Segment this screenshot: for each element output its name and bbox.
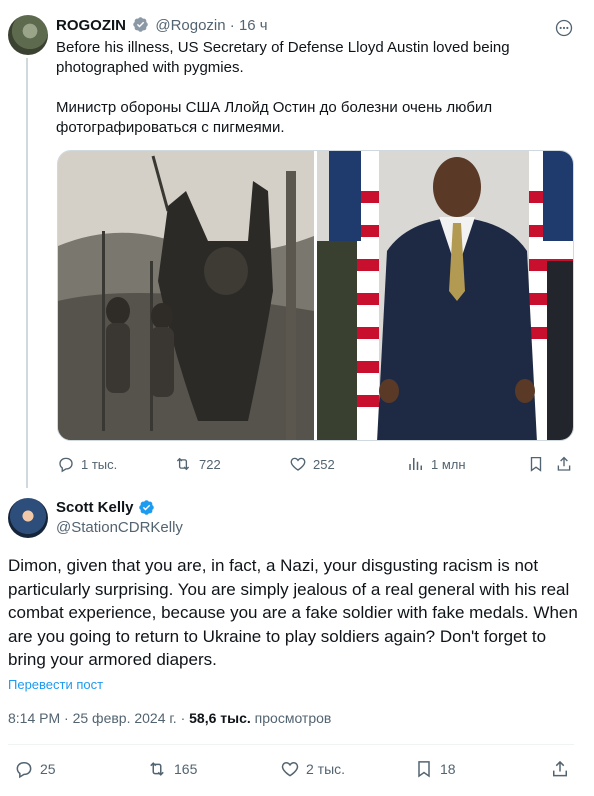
more-icon[interactable] xyxy=(554,18,574,38)
verified-badge-icon xyxy=(138,499,155,516)
thread-connector-line xyxy=(26,58,28,488)
bookmark-icon xyxy=(527,455,545,473)
reply-icon xyxy=(14,759,34,779)
avatar-rogozin[interactable] xyxy=(8,15,48,55)
parent-tweet-header: ROGOZIN @Rogozin · 16 ч xyxy=(56,16,268,34)
verified-badge-icon xyxy=(132,16,149,33)
share-button[interactable] xyxy=(550,759,570,779)
repost-icon xyxy=(173,455,193,473)
like-icon xyxy=(280,759,300,779)
share-icon xyxy=(550,759,570,779)
bookmark-button[interactable] xyxy=(527,455,545,473)
separator-dot: · xyxy=(180,710,186,726)
views-icon xyxy=(407,455,425,473)
views-button[interactable]: 1 млн xyxy=(407,455,466,473)
post-time[interactable]: 16 ч xyxy=(239,17,268,34)
like-button[interactable]: 252 xyxy=(289,455,335,473)
share-button[interactable] xyxy=(555,455,573,473)
photo-lloyd-austin[interactable] xyxy=(317,151,573,440)
reply-icon xyxy=(57,455,75,473)
like-count: 252 xyxy=(313,456,335,472)
post-date[interactable]: 25 февр. 2024 г. xyxy=(73,710,177,726)
views-count: 1 млн xyxy=(431,456,466,472)
separator-dot: · xyxy=(229,17,235,34)
reply-count: 1 тыс. xyxy=(81,456,118,472)
reply-button[interactable]: 25 xyxy=(14,759,56,779)
separator-dot: · xyxy=(64,710,69,726)
like-count: 2 тыс. xyxy=(306,761,346,777)
reply-action-bar: 25 165 2 тыс. 18 xyxy=(14,759,574,781)
repost-icon xyxy=(146,759,168,779)
parent-tweet-text: Before his illness, US Secretary of Defe… xyxy=(56,39,510,136)
bookmark-icon xyxy=(414,759,434,779)
bookmark-button[interactable]: 18 xyxy=(414,759,456,779)
avatar-scott-kelly[interactable] xyxy=(8,498,48,538)
author-name[interactable]: ROGOZIN xyxy=(56,17,126,34)
views-count[interactable]: 58,6 тыс. xyxy=(189,710,251,726)
bookmark-count: 18 xyxy=(440,761,456,777)
author-name[interactable]: Scott Kelly xyxy=(56,499,134,516)
post-metadata: 8:14 PM · 25 февр. 2024 г. · 58,6 тыс. п… xyxy=(8,710,331,726)
author-handle[interactable]: @Rogozin xyxy=(155,17,225,34)
like-icon xyxy=(289,455,307,473)
parent-action-bar: 1 тыс. 722 252 1 млн xyxy=(57,455,577,475)
divider xyxy=(8,744,574,745)
translate-post-link[interactable]: Перевести пост xyxy=(8,677,103,692)
author-handle[interactable]: @StationCDRKelly xyxy=(56,519,183,536)
share-icon xyxy=(555,455,573,473)
repost-button[interactable]: 722 xyxy=(173,455,221,473)
media-grid[interactable] xyxy=(57,150,574,441)
post-time[interactable]: 8:14 PM xyxy=(8,710,60,726)
reply-tweet-text: Dimon, given that you are, in fact, a Na… xyxy=(8,556,578,669)
photo-gorilla-pygmies[interactable] xyxy=(58,151,314,440)
repost-count: 722 xyxy=(199,456,221,472)
repost-button[interactable]: 165 xyxy=(146,759,197,779)
reply-button[interactable]: 1 тыс. xyxy=(57,455,117,473)
like-button[interactable]: 2 тыс. xyxy=(280,759,345,779)
reply-count: 25 xyxy=(40,761,56,777)
repost-count: 165 xyxy=(174,761,198,777)
views-label: просмотров xyxy=(254,710,332,726)
reply-author-name-row: Scott Kelly xyxy=(56,499,155,516)
